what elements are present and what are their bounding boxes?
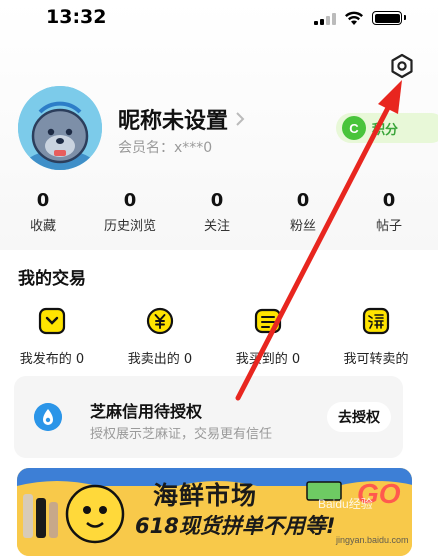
stat-value: 0 bbox=[382, 190, 396, 211]
stat-posts[interactable]: 0 帖子 bbox=[346, 190, 432, 234]
trade-sold[interactable]: 我卖出的 0 bbox=[110, 306, 210, 367]
settings-icon[interactable] bbox=[389, 53, 415, 79]
trade-published[interactable]: 我发布的 0 bbox=[2, 306, 102, 367]
status-bar: 13:32 bbox=[0, 0, 438, 40]
authorize-button[interactable]: 去授权 bbox=[327, 402, 391, 432]
trade-label: 我发布的 0 bbox=[19, 352, 85, 367]
stat-favorites[interactable]: 0 收藏 bbox=[0, 190, 86, 234]
avatar[interactable] bbox=[18, 86, 102, 170]
battery-icon bbox=[372, 11, 406, 25]
nickname: 昵称未设置 bbox=[118, 109, 229, 134]
sold-icon bbox=[146, 307, 174, 335]
taobao-icon bbox=[362, 307, 390, 335]
zhima-credit-icon bbox=[34, 403, 62, 431]
stat-label: 帖子 bbox=[375, 219, 402, 234]
signal-icon bbox=[314, 13, 338, 25]
wifi-icon bbox=[345, 11, 363, 25]
watermark-url: jingyan.baidu.com bbox=[336, 535, 409, 545]
chevron-right-icon bbox=[236, 112, 245, 126]
stat-value: 0 bbox=[210, 190, 224, 211]
stat-value: 0 bbox=[36, 190, 50, 211]
stat-label: 收藏 bbox=[29, 219, 56, 234]
stat-fans[interactable]: 0 粉丝 bbox=[260, 190, 346, 234]
nickname-row[interactable]: 昵称未设置 bbox=[118, 103, 246, 135]
points-button[interactable]: C 积分 bbox=[336, 113, 438, 143]
stat-label: 粉丝 bbox=[289, 219, 316, 234]
bought-icon bbox=[254, 308, 282, 334]
zhima-credit-card[interactable]: 芝麻信用待授权 授权展示芝麻证，交易更有信任 去授权 bbox=[14, 376, 403, 458]
stat-value: 0 bbox=[123, 190, 137, 211]
points-label: 积分 bbox=[372, 122, 399, 138]
trade-label: 我买到的 0 bbox=[235, 352, 301, 367]
publish-icon bbox=[38, 307, 66, 335]
banner-title: 海鲜市场 bbox=[153, 481, 258, 510]
stat-following[interactable]: 0 关注 bbox=[174, 190, 260, 234]
trade-bought[interactable]: 我买到的 0 bbox=[218, 306, 318, 367]
watermark-brand: Baidu经验 bbox=[318, 497, 373, 511]
zhima-title: 芝麻信用待授权 bbox=[90, 402, 203, 421]
trade-label: 我卖出的 0 bbox=[127, 352, 193, 367]
zhima-subtitle: 授权展示芝麻证，交易更有信任 bbox=[90, 427, 273, 442]
member-name: 会员名：x***0 bbox=[118, 140, 213, 156]
stat-value: 0 bbox=[296, 190, 310, 211]
banner-subtitle: 618现货拼单不用等! bbox=[135, 514, 336, 538]
stat-history[interactable]: 0 历史浏览 bbox=[87, 190, 173, 234]
stat-label: 历史浏览 bbox=[103, 219, 156, 234]
seal-avatar-icon bbox=[18, 86, 102, 170]
stats-row: 0 收藏 0 历史浏览 0 关注 0 粉丝 0 帖子 bbox=[0, 190, 438, 240]
status-time: 13:32 bbox=[46, 6, 107, 28]
trade-label: 我可转卖的 bbox=[343, 352, 409, 367]
stat-label: 关注 bbox=[203, 219, 230, 234]
points-coin-icon: C bbox=[342, 116, 366, 140]
trade-resellable[interactable]: 我可转卖的 bbox=[326, 306, 426, 367]
trades-section-title: 我的交易 bbox=[18, 269, 86, 289]
